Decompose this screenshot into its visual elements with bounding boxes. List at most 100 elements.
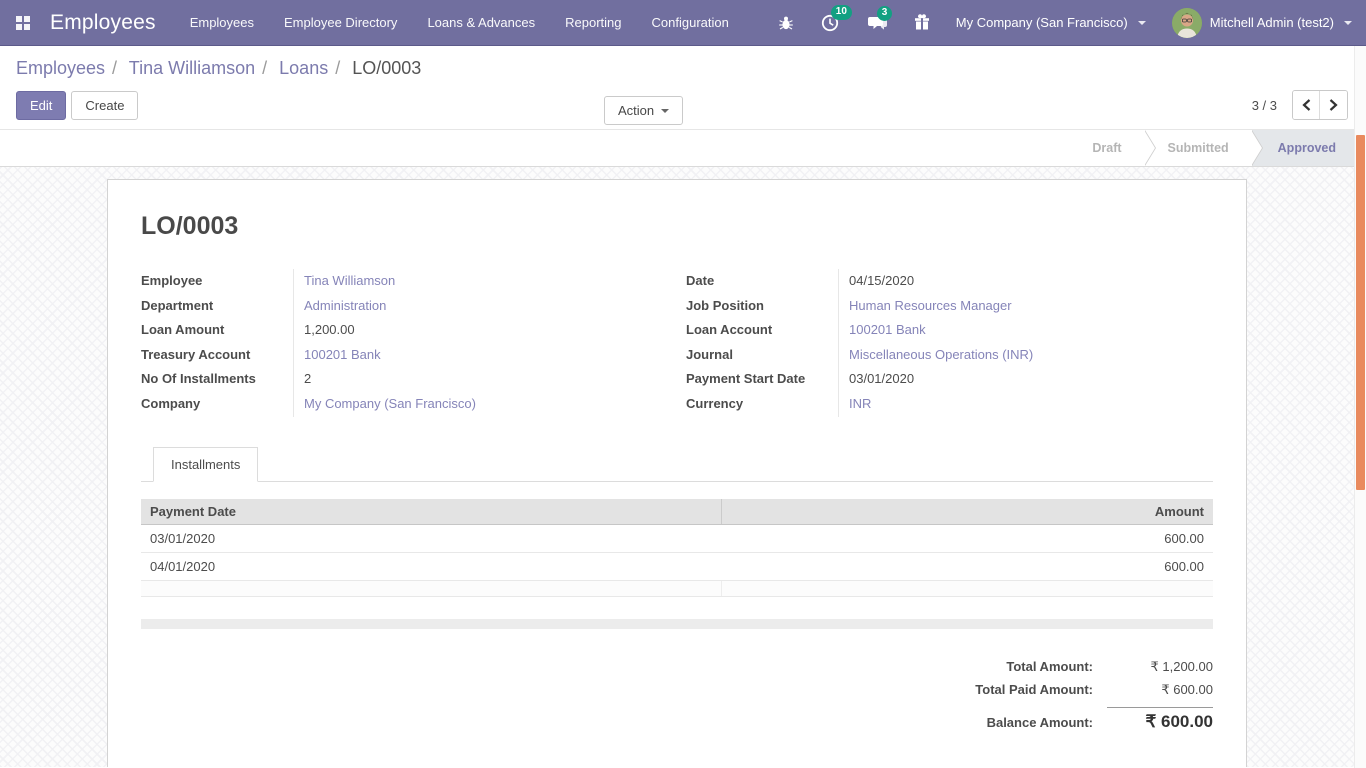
- status-step-draft[interactable]: Draft: [1069, 130, 1144, 166]
- app-menu-item[interactable]: Employees: [190, 15, 254, 30]
- pager-previous-button[interactable]: [1293, 91, 1320, 119]
- action-label: Action: [618, 103, 654, 118]
- vertical-scrollbar: [1354, 46, 1366, 768]
- messages-menu-button[interactable]: 3: [866, 14, 888, 32]
- breadcrumb-segment: Tina Williamson /: [129, 58, 274, 78]
- breadcrumb: Employees/ Tina Williamson/ Loans/ LO/00…: [16, 58, 1350, 79]
- app-menu-item[interactable]: Loans & Advances: [427, 15, 535, 30]
- balance-amount-row: Balance Amount: ₹ 600.00: [987, 705, 1213, 732]
- field-label: Job Position: [686, 294, 838, 319]
- field-label: Employee: [141, 269, 293, 294]
- field-value[interactable]: INR: [838, 392, 1213, 417]
- field-value[interactable]: Tina Williamson: [293, 269, 668, 294]
- breadcrumb-link[interactable]: Employees: [16, 58, 105, 78]
- field-label: Currency: [686, 392, 838, 417]
- app-menu-item[interactable]: Reporting: [565, 15, 621, 30]
- table-footer-strip: [141, 619, 1213, 629]
- user-menu[interactable]: Mitchell Admin (test2): [1172, 8, 1352, 38]
- field-column-left: Employee Tina Williamson Department Admi…: [141, 269, 668, 417]
- breadcrumb-segment: Employees/: [16, 58, 124, 78]
- caret-down-icon: [1344, 21, 1352, 25]
- field-row: Currency INR: [686, 392, 1213, 417]
- caret-down-icon: [661, 109, 669, 113]
- field-row: Treasury Account 100201 Bank: [141, 343, 668, 368]
- field-row: Date 04/15/2020: [686, 269, 1213, 294]
- form-sheet: LO/0003 Employee Tina Williamson Departm…: [107, 179, 1247, 767]
- navbar-systray: 10 3 My Company (San Francisco): [778, 8, 1352, 38]
- field-label: Loan Amount: [141, 318, 293, 343]
- app-menu: Employees Employee Directory Loans & Adv…: [190, 15, 729, 30]
- cell-amount: 600.00: [721, 524, 1213, 552]
- pager: 3 / 3: [1252, 90, 1348, 120]
- form-view-background: LO/0003 Employee Tina Williamson Departm…: [0, 167, 1354, 767]
- statusbar: Draft Submitted Approved: [0, 129, 1366, 167]
- pager-next-button[interactable]: [1320, 91, 1347, 119]
- table-empty-row: [141, 580, 1213, 596]
- field-row: Loan Amount 1,200.00: [141, 318, 668, 343]
- tab-installments[interactable]: Installments: [153, 447, 258, 482]
- activities-menu-button[interactable]: 10: [820, 13, 840, 33]
- bug-icon: [778, 15, 794, 31]
- field-value[interactable]: My Company (San Francisco): [293, 392, 668, 417]
- chevron-right-icon: [1329, 99, 1338, 111]
- field-label: Company: [141, 392, 293, 417]
- action-dropdown-button[interactable]: Action: [604, 96, 683, 125]
- field-row: Employee Tina Williamson: [141, 269, 668, 294]
- total-paid-amount-row: Total Paid Amount: ₹ 600.00: [975, 682, 1213, 698]
- field-label: Payment Start Date: [686, 367, 838, 392]
- app-menu-item[interactable]: Employee Directory: [284, 15, 397, 30]
- table-row[interactable]: 03/01/2020 600.00: [141, 524, 1213, 552]
- pager-buttons: [1292, 90, 1348, 120]
- field-value[interactable]: Human Resources Manager: [838, 294, 1213, 319]
- pager-counter: 3 / 3: [1252, 98, 1277, 113]
- field-value[interactable]: 100201 Bank: [293, 343, 668, 368]
- field-row: Journal Miscellaneous Operations (INR): [686, 343, 1213, 368]
- field-value[interactable]: Administration: [293, 294, 668, 319]
- company-switcher[interactable]: My Company (San Francisco): [956, 15, 1146, 30]
- record-title: LO/0003: [141, 212, 1213, 241]
- breadcrumb-segment: Loans/: [279, 58, 347, 78]
- app-menu-item[interactable]: Configuration: [652, 15, 729, 30]
- caret-down-icon: [1138, 21, 1146, 25]
- create-button[interactable]: Create: [71, 91, 138, 120]
- balance-amount-value: ₹ 600.00: [1107, 707, 1213, 732]
- cell-payment-date: 03/01/2020: [141, 524, 721, 552]
- messages-count-badge: 3: [877, 6, 893, 21]
- field-label: Loan Account: [686, 318, 838, 343]
- field-value: 1,200.00: [293, 318, 668, 343]
- breadcrumb-link[interactable]: Loans: [279, 58, 328, 78]
- field-label: No Of Installments: [141, 367, 293, 392]
- notifications-button[interactable]: [914, 14, 930, 31]
- chevron-left-icon: [1302, 99, 1311, 111]
- debug-menu-button[interactable]: [778, 15, 794, 31]
- field-row: Job Position Human Resources Manager: [686, 294, 1213, 319]
- status-step-approved[interactable]: Approved: [1252, 130, 1356, 166]
- field-label: Date: [686, 269, 838, 294]
- total-amount-label: Total Amount:: [1006, 659, 1093, 674]
- table-row[interactable]: 04/01/2020 600.00: [141, 552, 1213, 580]
- field-value[interactable]: 100201 Bank: [838, 318, 1213, 343]
- column-header-payment-date[interactable]: Payment Date: [141, 499, 721, 525]
- status-step-submitted[interactable]: Submitted: [1145, 130, 1252, 166]
- field-row: No Of Installments 2: [141, 367, 668, 392]
- gift-icon: [914, 14, 930, 31]
- apps-grid-icon: [16, 16, 30, 30]
- user-avatar: [1172, 8, 1202, 38]
- breadcrumb-link[interactable]: Tina Williamson: [129, 58, 255, 78]
- apps-menu-button[interactable]: [0, 0, 46, 46]
- balance-amount-label: Balance Amount:: [987, 715, 1093, 730]
- field-row: Loan Account 100201 Bank: [686, 318, 1213, 343]
- breadcrumb-separator: /: [262, 58, 267, 78]
- edit-button[interactable]: Edit: [16, 91, 66, 120]
- notebook-tabs: Installments: [141, 447, 1213, 482]
- field-value[interactable]: Miscellaneous Operations (INR): [838, 343, 1213, 368]
- scrollbar-thumb[interactable]: [1356, 135, 1365, 490]
- app-brand-title[interactable]: Employees: [50, 11, 156, 35]
- control-panel: Employees/ Tina Williamson/ Loans/ LO/00…: [0, 46, 1366, 129]
- total-amount-row: Total Amount: ₹ 1,200.00: [1006, 659, 1213, 675]
- column-header-amount[interactable]: Amount: [721, 499, 1213, 525]
- field-row: Company My Company (San Francisco): [141, 392, 668, 417]
- total-paid-amount-value: ₹ 600.00: [1107, 682, 1213, 698]
- field-label: Journal: [686, 343, 838, 368]
- cell-payment-date: 04/01/2020: [141, 552, 721, 580]
